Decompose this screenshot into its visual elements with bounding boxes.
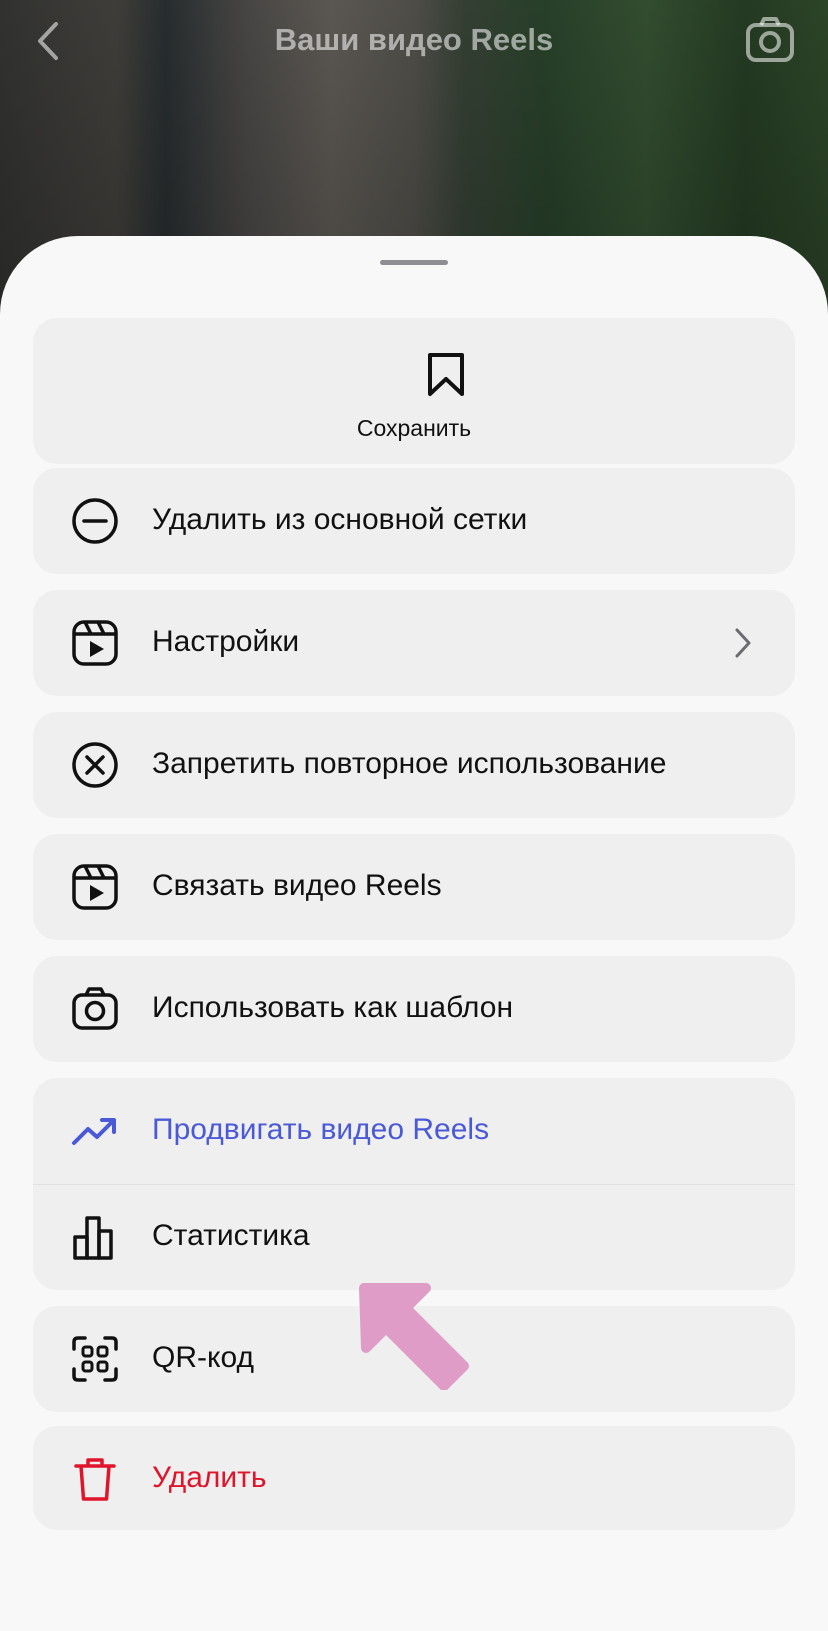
promote-reels-item[interactable]: Продвигать видео Reels bbox=[33, 1078, 795, 1184]
use-as-template-item[interactable]: Использовать как шаблон bbox=[33, 956, 795, 1062]
delete-item[interactable]: Удалить bbox=[33, 1426, 795, 1530]
promote-insights-group: Продвигать видео Reels Статистика bbox=[33, 1078, 795, 1290]
delete-label: Удалить bbox=[152, 1461, 267, 1494]
top-bar: Ваши видео Reels bbox=[0, 0, 828, 84]
chevron-right-icon bbox=[735, 628, 751, 658]
camera-icon bbox=[72, 987, 118, 1030]
minus-circle-icon bbox=[72, 498, 118, 544]
page-title: Ваши видео Reels bbox=[274, 22, 554, 57]
insights-label: Статистика bbox=[152, 1219, 310, 1252]
trending-up-icon bbox=[72, 1118, 116, 1145]
bookmark-icon bbox=[428, 353, 464, 396]
x-circle-icon bbox=[72, 742, 118, 788]
disallow-reuse-item[interactable]: Запретить повторное использование bbox=[33, 712, 795, 818]
save-button[interactable]: Сохранить bbox=[33, 318, 795, 464]
camera-button[interactable] bbox=[744, 16, 796, 64]
disallow-reuse-label: Запретить повторное использование bbox=[152, 747, 667, 780]
settings-item[interactable]: Настройки bbox=[33, 590, 795, 696]
promote-reels-label: Продвигать видео Reels bbox=[152, 1113, 490, 1146]
reels-icon bbox=[72, 864, 118, 910]
camera-icon bbox=[746, 17, 794, 62]
link-reels-label: Связать видео Reels bbox=[152, 869, 442, 902]
options-sheet: Сохранить Удалить из основной сетки Наст… bbox=[0, 236, 828, 1631]
reels-icon bbox=[72, 620, 118, 666]
drag-handle[interactable] bbox=[380, 260, 448, 265]
link-reels-item[interactable]: Связать видео Reels bbox=[33, 834, 795, 940]
annotation-arrow-icon bbox=[359, 1283, 469, 1390]
trash-icon bbox=[74, 1458, 116, 1501]
use-as-template-label: Использовать как шаблон bbox=[152, 991, 514, 1024]
qr-code-icon bbox=[72, 1336, 118, 1382]
save-label: Сохранить bbox=[356, 415, 472, 441]
bar-chart-icon bbox=[73, 1216, 113, 1260]
qr-code-label: QR-код bbox=[152, 1341, 254, 1374]
remove-from-grid-label: Удалить из основной сетки bbox=[152, 503, 528, 536]
settings-label: Настройки bbox=[152, 625, 300, 658]
insights-item[interactable]: Статистика bbox=[33, 1184, 795, 1290]
remove-from-grid-item[interactable]: Удалить из основной сетки bbox=[33, 468, 795, 574]
